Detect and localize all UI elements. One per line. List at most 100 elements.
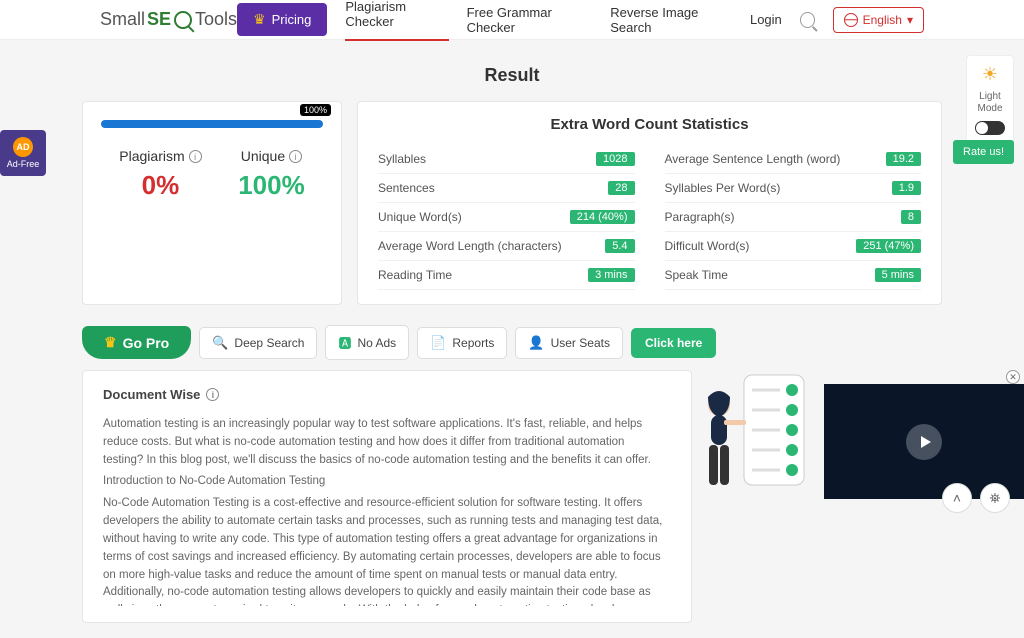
stat-value: 28 [608,181,634,195]
theme-toggle[interactable] [975,121,1005,135]
go-pro-button[interactable]: Go Pro [82,326,191,359]
stat-label: Difficult Word(s) [665,239,750,253]
search-icon: 🔍 [212,335,228,351]
stat-paragraphs: Paragraph(s)8 [665,203,922,232]
stats-title: Extra Word Count Statistics [378,116,921,133]
pill-label: Reports [452,336,494,350]
document-text[interactable]: Automation testing is an increasingly po… [103,416,671,606]
user-seats-pill[interactable]: 👤 User Seats [515,327,623,359]
stat-label: Syllables [378,152,426,166]
stat-label: Average Word Length (characters) [378,239,562,253]
plagiarism-label-text: Plagiarism [119,148,184,164]
stat-value: 3 mins [588,268,634,282]
unique-block: Unique i 100% [238,148,305,201]
sun-icon: ☀ [982,64,998,85]
plagiarism-value: 0% [119,170,201,201]
rate-us-button[interactable]: Rate us! [953,140,1014,164]
score-card: 100% Plagiarism i 0% Unique i 100% [82,101,342,305]
adfree-badge[interactable]: AD Ad-Free [0,130,46,176]
no-ads-pill[interactable]: 🅰No Ads [325,325,409,360]
go-pro-label: Go Pro [123,335,170,351]
crown-icon: ♛ [253,11,266,28]
stat-value: 1.9 [892,181,921,195]
stat-value: 5 mins [875,268,921,282]
language-label: English [863,13,902,27]
chevron-down-icon: ▾ [907,13,913,27]
pricing-button[interactable]: ♛ Pricing [237,3,327,36]
stat-avg-word-length: Average Word Length (characters) 5.4 [378,232,635,261]
result-row: 100% Plagiarism i 0% Unique i 100% [82,101,942,305]
click-here-button[interactable]: Click here [631,328,716,358]
pill-label: Deep Search [234,336,304,350]
unique-label-text: Unique [241,148,285,164]
stat-label: Unique Word(s) [378,210,462,224]
document-card: Document Wise i Automation testing is an… [82,370,692,623]
stat-syllables-per-word: Syllables Per Word(s) 1.9 [665,174,922,203]
stat-reading-time: Reading Time 3 mins [378,261,635,290]
nav: ♛ Pricing Plagiarism Checker Free Gramma… [237,0,924,41]
scroll-top-button[interactable]: ˄ [942,483,972,513]
fab-row: ˄ ⛯ [942,483,1010,513]
unique-label: Unique i [238,148,305,164]
document-wise-label: Document Wise [103,387,200,402]
stat-difficult-words: Difficult Word(s) 251 (47%) [665,232,922,261]
document-wise-title: Document Wise i [103,387,671,402]
video-overlay[interactable]: ✕ [824,384,1024,499]
info-icon[interactable]: i [189,150,202,163]
settings-fab[interactable]: ⛯ [980,483,1010,513]
stat-unique-words: Unique Word(s) 214 (40%) [378,203,635,232]
language-button[interactable]: English ▾ [833,7,924,33]
pricing-label: Pricing [272,12,312,27]
score-bar: 100% [101,120,323,128]
pill-label: User Seats [551,336,610,350]
pro-row: Go Pro 🔍 Deep Search 🅰No Ads 📄 Reports 👤 Us… [82,325,942,360]
stat-avg-sentence: Average Sentence Length (word) 19.2 [665,145,922,174]
stats-card: Extra Word Count Statistics Syllables 102… [357,101,942,305]
info-icon[interactable]: i [206,388,219,401]
doc-paragraph: Automation testing is an increasingly po… [103,416,663,469]
main: Result 100% Plagiarism i 0% Uniqu [82,40,942,638]
plagiarism-block: Plagiarism i 0% [119,148,201,201]
stat-sentences: Sentences 28 [378,174,635,203]
stat-value: 214 (40%) [570,210,635,224]
nav-reverse[interactable]: Reverse Image Search [610,5,732,35]
report-icon: 📄 [430,335,446,351]
ad-icon: AD [13,137,33,157]
stat-value: 1028 [596,152,634,166]
nav-login[interactable]: Login [750,12,782,27]
stat-label: Reading Time [378,268,452,282]
stat-value: 19.2 [886,152,921,166]
stat-value: 251 (47%) [856,239,921,253]
stat-label: Syllables Per Word(s) [665,181,781,195]
search-icon[interactable] [800,12,815,28]
info-icon[interactable]: i [289,150,302,163]
nav-plagiarism[interactable]: Plagiarism Checker [345,0,448,41]
doc-heading: Introduction to No-Code Automation Testi… [103,473,663,491]
unique-bar [101,120,323,128]
stat-label: Paragraph(s) [665,210,735,224]
deep-search-pill[interactable]: 🔍 Deep Search [199,327,317,359]
noads-icon: 🅰 [338,333,351,352]
theme-label: Light Mode [977,91,1002,115]
reports-pill[interactable]: 📄 Reports [417,327,507,359]
stat-label: Sentences [378,181,435,195]
checklist-illustration [694,365,814,505]
header: Small SE Tools ♛ Pricing Plagiarism Chec… [0,0,1024,40]
stat-label: Speak Time [665,268,728,282]
globe-icon [844,13,858,27]
adfree-label: Ad-Free [7,159,40,169]
theme-widget: ☀ Light Mode [966,55,1014,144]
score-values: Plagiarism i 0% Unique i 100% [101,148,323,201]
user-icon: 👤 [528,335,544,351]
stat-label: Average Sentence Length (word) [665,152,841,166]
logo[interactable]: Small SE Tools [100,9,237,30]
logo-text-mid: SE [147,9,171,30]
play-icon[interactable] [906,424,942,460]
logo-text-post: Tools [195,9,237,30]
unique-value: 100% [238,170,305,201]
nav-grammar[interactable]: Free Grammar Checker [467,5,593,35]
close-icon[interactable]: ✕ [1006,370,1020,384]
stats-grid: Syllables 1028 Average Sentence Length (w… [378,145,921,290]
stat-value: 5.4 [605,239,634,253]
doc-paragraph: No-Code Automation Testing is a cost-eff… [103,495,663,606]
